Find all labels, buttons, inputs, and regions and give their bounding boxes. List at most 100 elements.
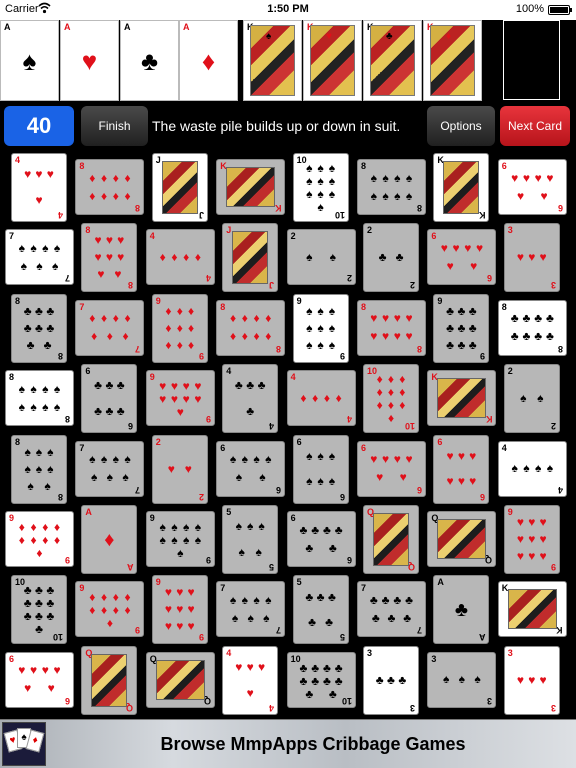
playing-card[interactable]: 6 6 ♠ ♠ ♠ ♠ ♠ ♠ bbox=[292, 434, 349, 504]
grid-cell[interactable]: 7 7 ♦ ♦ ♦ ♦ ♦ ♦ ♦ bbox=[74, 293, 145, 364]
playing-card[interactable]: 8 8 ♠ ♠ ♠ ♠ ♠ ♠ ♠ ♠ bbox=[11, 434, 67, 504]
grid-cell[interactable]: 7 7 ♠ ♠ ♠ ♠ ♠ ♠ ♠ bbox=[215, 574, 286, 645]
grid-cell[interactable]: 10 10 ♣ ♣ ♣ ♣ ♣ ♣ ♣ ♣ ♣ ♣ bbox=[286, 645, 357, 716]
playing-card[interactable]: 4 4 ♣ ♣ ♣ ♣ bbox=[222, 364, 279, 434]
playing-card[interactable]: JJ bbox=[151, 153, 208, 222]
playing-card[interactable]: KK bbox=[433, 153, 490, 222]
grid-cell[interactable]: 6 6 ♠ ♠ ♠ ♠ ♠ ♠ bbox=[215, 434, 286, 505]
playing-card[interactable]: 3 3 ♥ ♥ ♥ bbox=[503, 645, 560, 715]
playing-card[interactable]: KK bbox=[427, 370, 497, 427]
grid-cell[interactable]: KK bbox=[426, 363, 497, 434]
playing-card[interactable]: 7 7 ♣ ♣ ♣ ♣ ♣ ♣ ♣ bbox=[357, 581, 426, 638]
grid-cell[interactable]: 10 10 ♣ ♣ ♣ ♣ ♣ ♣ ♣ ♣ ♣ ♣ bbox=[4, 574, 75, 645]
playing-card[interactable]: 6 6 ♣ ♣ ♣ ♣ ♣ ♣ bbox=[81, 364, 138, 434]
grid-cell[interactable]: 6 6 ♣ ♣ ♣ ♣ ♣ ♣ bbox=[74, 363, 145, 434]
playing-card[interactable]: 4 4 ♦ ♦ ♦ ♦ bbox=[145, 229, 215, 286]
grid-cell[interactable]: 5 5 ♠ ♠ ♠ ♠ ♠ bbox=[215, 504, 286, 575]
grid-cell[interactable]: 7 7 ♣ ♣ ♣ ♣ ♣ ♣ ♣ bbox=[356, 574, 427, 645]
playing-card[interactable]: KK bbox=[497, 581, 567, 638]
grid-cell[interactable]: KK bbox=[497, 574, 568, 645]
playing-card[interactable]: 6 6 ♥ ♥ ♥ ♥ ♥ ♥ bbox=[497, 159, 567, 215]
grid-cell[interactable]: 6 6 ♥ ♥ ♥ ♥ ♥ ♥ bbox=[4, 645, 75, 716]
grid-cell[interactable]: QQ bbox=[356, 504, 427, 575]
grid-cell[interactable]: 9 9 ♥ ♥ ♥ ♥ ♥ ♥ ♥ ♥ ♥ bbox=[145, 363, 216, 434]
grid-cell[interactable]: 8 8 ♠ ♠ ♠ ♠ ♠ ♠ ♠ ♠ bbox=[356, 152, 427, 223]
finish-button[interactable]: Finish bbox=[81, 106, 148, 146]
playing-card[interactable]: JJ bbox=[222, 223, 279, 293]
grid-cell[interactable]: 8 8 ♠ ♠ ♠ ♠ ♠ ♠ ♠ ♠ bbox=[4, 434, 75, 505]
playing-card[interactable]: QQ bbox=[427, 511, 497, 567]
grid-cell[interactable]: 2 2 ♠ ♠ bbox=[497, 363, 568, 434]
grid-cell[interactable]: 9 9 ♦ ♦ ♦ ♦ ♦ ♦ ♦ ♦ ♦ bbox=[74, 574, 145, 645]
playing-card[interactable]: QQ bbox=[145, 651, 215, 708]
grid-cell[interactable]: 8 8 ♥ ♥ ♥ ♥ ♥ ♥ ♥ ♥ bbox=[356, 293, 427, 364]
grid-cell[interactable]: 9 9 ♥ ♥ ♥ ♥ ♥ ♥ ♥ ♥ ♥ bbox=[497, 504, 568, 575]
grid-cell[interactable]: QQ bbox=[74, 645, 145, 716]
grid-cell[interactable]: 8 8 ♥ ♥ ♥ ♥ ♥ ♥ ♥ ♥ bbox=[74, 222, 145, 293]
playing-card[interactable]: 9 9 ♣ ♣ ♣ ♣ ♣ ♣ ♣ ♣ ♣ bbox=[433, 293, 490, 363]
grid-cell[interactable]: 7 7 ♠ ♠ ♠ ♠ ♠ ♠ ♠ bbox=[4, 222, 75, 293]
playing-card[interactable]: 4 4 ♥ ♥ ♥ ♥ bbox=[11, 153, 67, 222]
playing-card[interactable]: 7 7 ♦ ♦ ♦ ♦ ♦ ♦ ♦ bbox=[75, 299, 145, 356]
playing-card[interactable]: A A ♣ bbox=[433, 575, 490, 645]
playing-card[interactable]: 2 2 ♠ ♠ bbox=[286, 229, 356, 286]
playing-card[interactable]: 6 6 ♥ ♥ ♥ ♥ ♥ ♥ bbox=[433, 434, 490, 504]
grid-cell[interactable]: KK bbox=[426, 152, 497, 223]
grid-cell[interactable]: 2 2 ♥ ♥ bbox=[145, 434, 216, 505]
playing-card[interactable]: 3 3 ♠ ♠ ♠ bbox=[427, 651, 497, 708]
grid-cell[interactable]: 6 6 ♥ ♥ ♥ ♥ ♥ ♥ bbox=[426, 434, 497, 505]
playing-card[interactable]: 8 8 ♥ ♥ ♥ ♥ ♥ ♥ ♥ ♥ bbox=[81, 223, 138, 293]
grid-cell[interactable]: 8 8 ♦ ♦ ♦ ♦ ♦ ♦ ♦ ♦ bbox=[74, 152, 145, 223]
grid-cell[interactable]: 3 3 ♥ ♥ ♥ bbox=[497, 645, 568, 716]
grid-cell[interactable]: 5 5 ♣ ♣ ♣ ♣ ♣ bbox=[286, 574, 357, 645]
playing-card[interactable]: 6 6 ♠ ♠ ♠ ♠ ♠ ♠ bbox=[216, 440, 286, 497]
grid-cell[interactable]: JJ bbox=[145, 152, 216, 223]
grid-cell[interactable]: KK bbox=[215, 152, 286, 223]
playing-card[interactable]: 6 6 ♣ ♣ ♣ ♣ ♣ ♣ bbox=[286, 511, 356, 567]
grid-cell[interactable]: 8 8 ♦ ♦ ♦ ♦ ♦ ♦ ♦ ♦ bbox=[215, 293, 286, 364]
grid-cell[interactable]: QQ bbox=[145, 645, 216, 716]
grid-cell[interactable]: 9 9 ♦ ♦ ♦ ♦ ♦ ♦ ♦ ♦ ♦ bbox=[145, 293, 216, 364]
playing-card[interactable]: 9 9 ♦ ♦ ♦ ♦ ♦ ♦ ♦ ♦ ♦ bbox=[75, 581, 145, 638]
grid-cell[interactable]: 4 4 ♦ ♦ ♦ ♦ bbox=[145, 222, 216, 293]
grid-cell[interactable]: 7 7 ♠ ♠ ♠ ♠ ♠ ♠ ♠ bbox=[74, 434, 145, 505]
playing-card[interactable]: KK bbox=[216, 159, 286, 215]
playing-card[interactable]: 2 2 ♥ ♥ bbox=[151, 434, 208, 504]
playing-card[interactable]: 7 7 ♠ ♠ ♠ ♠ ♠ ♠ ♠ bbox=[5, 229, 74, 286]
grid-cell[interactable]: 8 8 ♣ ♣ ♣ ♣ ♣ ♣ ♣ ♣ bbox=[4, 293, 75, 364]
playing-card[interactable]: 8 8 ♠ ♠ ♠ ♠ ♠ ♠ ♠ ♠ bbox=[357, 159, 426, 215]
grid-cell[interactable]: 8 8 ♠ ♠ ♠ ♠ ♠ ♠ ♠ ♠ bbox=[4, 363, 75, 434]
grid-cell[interactable]: 10 10 ♠ ♠ ♠ ♠ ♠ ♠ ♠ ♠ ♠ ♠ bbox=[286, 152, 357, 223]
playing-card[interactable]: 9 9 ♦ ♦ ♦ ♦ ♦ ♦ ♦ ♦ ♦ bbox=[5, 511, 74, 567]
playing-card[interactable]: 8 8 ♥ ♥ ♥ ♥ ♥ ♥ ♥ ♥ bbox=[357, 299, 426, 356]
grid-cell[interactable]: 9 9 ♥ ♥ ♥ ♥ ♥ ♥ ♥ ♥ ♥ bbox=[145, 574, 216, 645]
playing-card[interactable]: 8 8 ♠ ♠ ♠ ♠ ♠ ♠ ♠ ♠ bbox=[5, 370, 74, 427]
playing-card[interactable]: QQ bbox=[81, 645, 138, 715]
playing-card[interactable]: 3 3 ♥ ♥ ♥ bbox=[503, 223, 560, 293]
grid-cell[interactable]: 2 2 ♣ ♣ bbox=[356, 222, 427, 293]
grid-cell[interactable]: 9 9 ♦ ♦ ♦ ♦ ♦ ♦ ♦ ♦ ♦ bbox=[4, 504, 75, 575]
grid-cell[interactable]: 6 6 ♥ ♥ ♥ ♥ ♥ ♥ bbox=[356, 434, 427, 505]
playing-card[interactable]: 10 10 ♠ ♠ ♠ ♠ ♠ ♠ ♠ ♠ ♠ ♠ bbox=[292, 153, 349, 222]
playing-card[interactable]: 2 2 ♣ ♣ bbox=[363, 223, 419, 293]
playing-card[interactable]: 2 2 ♠ ♠ bbox=[503, 364, 560, 434]
playing-card[interactable]: 8 8 ♣ ♣ ♣ ♣ ♣ ♣ ♣ ♣ bbox=[11, 293, 67, 363]
grid-cell[interactable]: 4 4 ♦ ♦ ♦ ♦ bbox=[286, 363, 357, 434]
playing-card[interactable]: 10 10 ♣ ♣ ♣ ♣ ♣ ♣ ♣ ♣ ♣ ♣ bbox=[286, 651, 356, 708]
grid-cell[interactable]: 9 9 ♣ ♣ ♣ ♣ ♣ ♣ ♣ ♣ ♣ bbox=[426, 293, 497, 364]
grid-cell[interactable]: 4 4 ♣ ♣ ♣ ♣ bbox=[215, 363, 286, 434]
playing-card[interactable]: 9 9 ♥ ♥ ♥ ♥ ♥ ♥ ♥ ♥ ♥ bbox=[503, 505, 560, 574]
playing-card[interactable]: 9 9 ♥ ♥ ♥ ♥ ♥ ♥ ♥ ♥ ♥ bbox=[145, 370, 215, 427]
playing-card[interactable]: 5 5 ♠ ♠ ♠ ♠ ♠ bbox=[222, 505, 279, 574]
grid-cell[interactable]: 9 9 ♠ ♠ ♠ ♠ ♠ ♠ ♠ ♠ ♠ bbox=[286, 293, 357, 364]
playing-card[interactable]: 9 9 ♥ ♥ ♥ ♥ ♥ ♥ ♥ ♥ ♥ bbox=[151, 575, 208, 645]
grid-cell[interactable]: A A ♦ bbox=[74, 504, 145, 575]
grid-cell[interactable]: 3 3 ♣ ♣ ♣ bbox=[356, 645, 427, 716]
grid-cell[interactable]: QQ bbox=[426, 504, 497, 575]
options-button[interactable]: Options bbox=[427, 106, 495, 146]
grid-cell[interactable]: 4 4 ♥ ♥ ♥ ♥ bbox=[4, 152, 75, 223]
grid-cell[interactable]: 10 10 ♦ ♦ ♦ ♦ ♦ ♦ ♦ ♦ ♦ ♦ bbox=[356, 363, 427, 434]
playing-card[interactable]: 6 6 ♥ ♥ ♥ ♥ ♥ ♥ bbox=[5, 651, 74, 708]
grid-cell[interactable]: 2 2 ♠ ♠ bbox=[286, 222, 357, 293]
playing-card[interactable]: 9 9 ♦ ♦ ♦ ♦ ♦ ♦ ♦ ♦ ♦ bbox=[151, 293, 208, 363]
